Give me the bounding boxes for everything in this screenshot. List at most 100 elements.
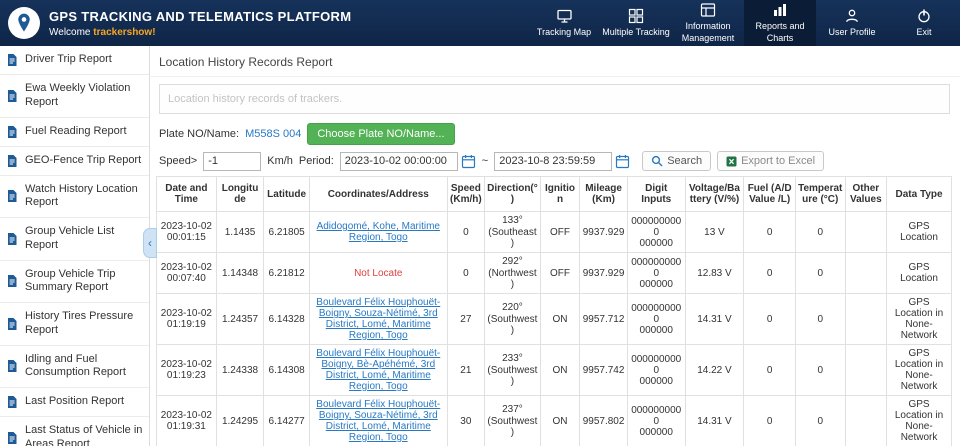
monitor-icon: [556, 8, 573, 24]
cell-voltage: 13 V: [685, 212, 744, 253]
cell-latitude: 6.14308: [264, 345, 310, 396]
sidebar-item-fuel-reading-report[interactable]: Fuel Reading Report: [0, 118, 149, 147]
table-row: 2023-10-02 01:19:191.243576.14328Bouleva…: [157, 294, 952, 345]
sidebar-item-driver-trip-report[interactable]: Driver Trip Report: [0, 46, 149, 75]
cell-fuel: 0: [744, 212, 796, 253]
chevron-left-icon: ‹: [148, 236, 152, 250]
column-header-longitude: Longitude: [216, 177, 264, 212]
sidebar-item-group-vehicle-trip-summary-report[interactable]: Group Vehicle Trip Summary Report: [0, 261, 149, 304]
cell-direction: 237°(Southwest): [485, 396, 541, 446]
cell-temperature: 0: [795, 294, 845, 345]
info-table-icon: [700, 2, 716, 18]
address-link[interactable]: Boulevard Félix Houphouët-Boigny, Bè-Apé…: [316, 348, 440, 392]
cell-address: Not Locate: [309, 253, 447, 294]
report-doc-icon: [5, 395, 19, 409]
cell-address: Boulevard Félix Houphouët-Boigny, Souza-…: [309, 396, 447, 446]
plate-value: M558S 004: [245, 128, 301, 140]
cell-data-type: GPS Location: [887, 212, 952, 253]
cell-data-type: GPS Location in None-Network: [887, 294, 952, 345]
address-link[interactable]: Boulevard Félix Houphouët-Boigny, Souza-…: [316, 399, 440, 443]
report-doc-icon: [5, 274, 19, 288]
nav-item-multiple-tracking[interactable]: Multiple Tracking: [600, 0, 672, 46]
nav-item-information-management[interactable]: Information Management: [672, 0, 744, 46]
cell-temperature: 0: [795, 345, 845, 396]
choose-plate-button[interactable]: Choose Plate NO/Name...: [307, 123, 454, 145]
period-filter-row: Speed> Km/h Period: 2023-10-02 00:00:00 …: [151, 148, 960, 174]
report-doc-icon: [5, 89, 19, 103]
cell-speed: 0: [447, 253, 484, 294]
sidebar-item-label: Group Vehicle Trip Summary Report: [25, 268, 144, 296]
sidebar-item-group-vehicle-list-report[interactable]: Group Vehicle List Report: [0, 218, 149, 261]
sidebar-item-label: Group Vehicle List Report: [25, 225, 144, 253]
direction-compass: (Northwest): [487, 268, 538, 290]
report-description: Location history records of trackers.: [159, 84, 950, 114]
export-excel-button[interactable]: Export to Excel: [717, 151, 824, 171]
address-link[interactable]: Adidogomé, Kohe, Maritime Region, Togo: [317, 221, 440, 243]
cell-data-type: GPS Location: [887, 253, 952, 294]
cell-ignition: OFF: [540, 212, 579, 253]
calendar-icon[interactable]: [615, 154, 630, 169]
sidebar-item-idling-and-fuel-consumption-report[interactable]: Idling and Fuel Consumption Report: [0, 346, 149, 389]
report-doc-icon: [5, 189, 19, 203]
cell-fuel: 0: [744, 253, 796, 294]
direction-degrees: 233°: [487, 353, 538, 364]
sidebar-item-last-position-report[interactable]: Last Position Report: [0, 388, 149, 417]
search-button[interactable]: Search: [642, 151, 711, 171]
sidebar-collapse-button[interactable]: ‹: [143, 228, 157, 258]
period-start-input[interactable]: 2023-10-02 00:00:00: [340, 152, 458, 171]
app-header: GPS TRACKING AND TELEMATICS PLATFORM Wel…: [0, 0, 960, 46]
table-row: 2023-10-02 00:07:401.143486.21812Not Loc…: [157, 253, 952, 294]
cell-other: [845, 212, 887, 253]
column-header-data-type: Data Type: [887, 177, 952, 212]
report-doc-icon: [5, 125, 19, 139]
column-header-fuel-a-d-value-l: Fuel (A/D Value /L): [744, 177, 796, 212]
nav-item-tracking-map[interactable]: Tracking Map: [528, 0, 600, 46]
nav-item-reports-and-charts[interactable]: Reports and Charts: [744, 0, 816, 46]
speed-input[interactable]: [203, 152, 261, 171]
report-doc-icon: [5, 317, 19, 331]
cell-speed: 21: [447, 345, 484, 396]
period-start-wrap: 2023-10-02 00:00:00: [340, 152, 476, 171]
nav-item-user-profile[interactable]: User Profile: [816, 0, 888, 46]
cell-latitude: 6.21805: [264, 212, 310, 253]
report-doc-icon: [5, 232, 19, 246]
cell-datetime: 2023-10-02 00:07:40: [157, 253, 217, 294]
sidebar-item-history-tires-pressure-report[interactable]: History Tires Pressure Report: [0, 303, 149, 346]
column-header-speed-km-h: Speed (Km/h): [447, 177, 484, 212]
cell-latitude: 6.14277: [264, 396, 310, 446]
cell-longitude: 1.24338: [216, 345, 264, 396]
table-body: 2023-10-02 00:01:151.14356.21805Adidogom…: [157, 212, 952, 446]
direction-degrees: 133°: [487, 215, 538, 226]
cell-ignition: ON: [540, 345, 579, 396]
report-doc-icon: [5, 431, 19, 445]
welcome-username: trackershow!: [93, 27, 155, 38]
column-header-latitude: Latitude: [264, 177, 310, 212]
records-table-wrap: Date and TimeLongitudeLatitudeCoordinate…: [151, 174, 960, 446]
cell-voltage: 14.31 V: [685, 294, 744, 345]
not-locate-text: Not Locate: [354, 268, 402, 279]
cell-direction: 292°(Northwest): [485, 253, 541, 294]
column-header-temperature-c: Temperature (°C): [795, 177, 845, 212]
excel-icon: [726, 156, 737, 167]
direction-compass: (Southwest): [487, 365, 538, 387]
sidebar-item-last-status-of-vehicle-in-areas-report[interactable]: Last Status of Vehicle in Areas Report: [0, 417, 149, 446]
sidebar-item-geo-fence-trip-report[interactable]: GEO-Fence Trip Report: [0, 147, 149, 176]
address-link[interactable]: Boulevard Félix Houphouët-Boigny, Souza-…: [316, 297, 440, 341]
calendar-icon[interactable]: [461, 154, 476, 169]
cell-longitude: 1.1435: [216, 212, 264, 253]
column-header-voltage-battery-v: Voltage/Battery (V/%): [685, 177, 744, 212]
cell-mileage: 9957.742: [580, 345, 628, 396]
welcome-line: Welcome trackershow!: [49, 27, 351, 38]
nav-item-exit[interactable]: Exit: [888, 0, 960, 46]
sidebar-item-ewa-weekly-violation-report[interactable]: Ewa Weekly Violation Report: [0, 75, 149, 118]
cell-ignition: ON: [540, 294, 579, 345]
sidebar-item-label: Watch History Location Report: [25, 183, 144, 211]
cell-longitude: 1.24295: [216, 396, 264, 446]
cell-address: Boulevard Félix Houphouët-Boigny, Souza-…: [309, 294, 447, 345]
period-end-input[interactable]: 2023-10-8 23:59:59: [494, 152, 612, 171]
sidebar-item-watch-history-location-report[interactable]: Watch History Location Report: [0, 176, 149, 219]
user-icon: [844, 8, 860, 24]
speed-unit-label: Km/h: [267, 155, 293, 167]
report-doc-icon: [5, 154, 19, 168]
cell-longitude: 1.14348: [216, 253, 264, 294]
